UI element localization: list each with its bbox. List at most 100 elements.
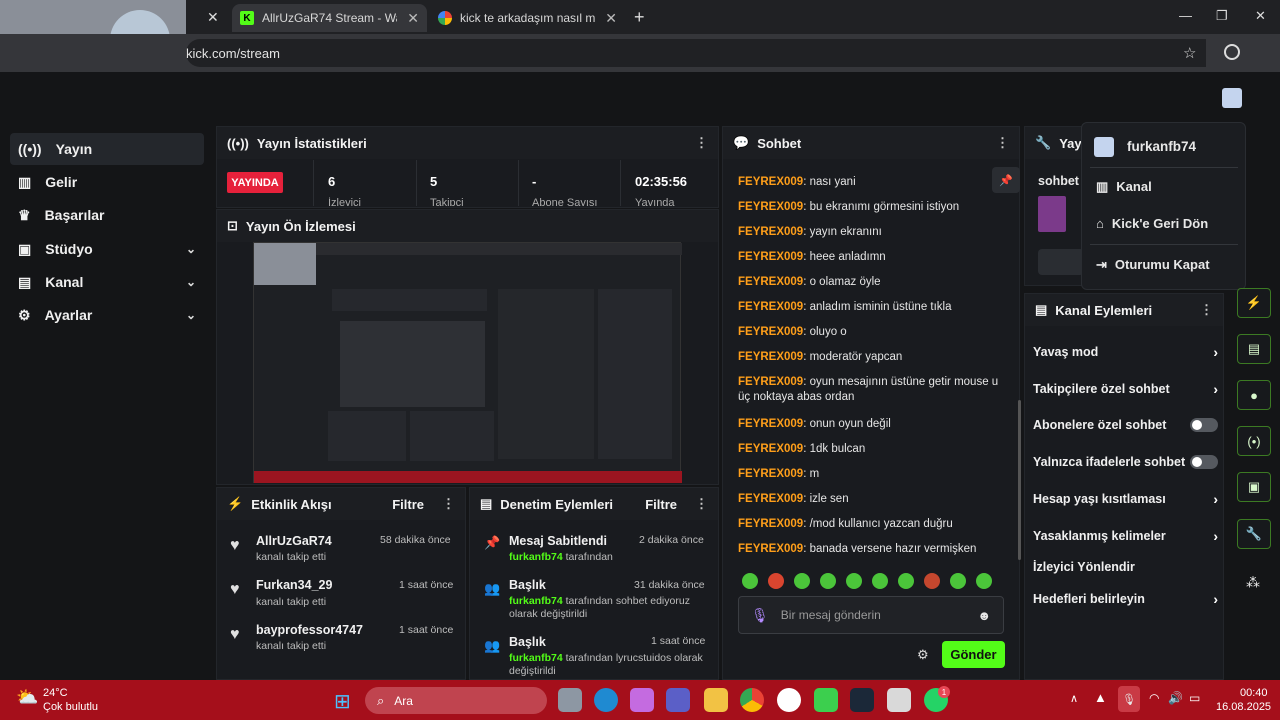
emote-icon[interactable] [898,573,914,589]
action-raid[interactable]: İzleyici Yönlendir [1033,560,1218,574]
clock-time[interactable]: 00:40 [1240,687,1268,699]
sidebar-item-kanal[interactable]: ▤ Kanal ⌄ [10,266,204,298]
sidebar-item-yayin[interactable]: ((•)) Yayın [10,133,204,165]
action-subscribers-only[interactable]: Abonelere özel sohbet [1033,418,1218,432]
copilot-icon[interactable] [630,688,654,712]
chat-username[interactable]: FEYREX009 [738,493,803,505]
battery-icon[interactable]: ▭ [1189,691,1200,705]
moderator-name[interactable]: furkanfb74 [509,595,563,607]
chat-settings-icon[interactable]: ⚙ [917,647,929,663]
chat-username[interactable]: FEYREX009 [738,518,803,530]
edit-button[interactable] [1038,249,1084,275]
app-icon[interactable] [887,688,911,712]
activity-user[interactable]: bayprofessor4747 [256,623,363,637]
emote-icon[interactable] [976,573,992,589]
action-banned-words[interactable]: Yasaklanmış kelimeler › [1033,528,1218,544]
close-tab-icon[interactable]: ✕ [605,10,617,27]
emote-icon[interactable] [872,573,888,589]
mic-icon[interactable]: 🎙 [751,607,769,624]
taskbar-search[interactable]: ⌕ Ara [365,687,547,714]
action-emote-only[interactable]: Yalnızca ifadelerle sohbet [1033,455,1218,469]
more-menu-icon[interactable]: ⋮ [442,496,455,512]
new-tab-icon[interactable]: + [634,7,645,28]
quick-action-wrench[interactable]: 🔧 [1237,519,1271,549]
chrome-icon[interactable] [740,688,764,712]
clock-date[interactable]: 16.08.2025 [1216,701,1271,713]
window-close-icon[interactable]: ✕ [1255,8,1266,24]
chat-username[interactable]: FEYREX009 [738,543,803,555]
more-menu-icon[interactable]: ⋮ [695,496,708,512]
emote-icon[interactable] [794,573,810,589]
steam-icon[interactable] [850,688,874,712]
tray-app-icon[interactable]: ▲ [1094,690,1107,705]
weather-icon[interactable]: ⛅ [16,687,38,708]
more-menu-icon[interactable]: ⋮ [996,135,1009,151]
subscribers-only-toggle[interactable] [1190,418,1218,432]
action-slow-mode[interactable]: Yavaş mod › [1033,344,1218,360]
emoji-picker-icon[interactable]: ☻ [977,608,991,623]
mic-in-use-icon[interactable]: 🎙 [1118,686,1140,712]
chat-username[interactable]: FEYREX009 [738,418,803,430]
chat-username[interactable]: FEYREX009 [738,251,803,263]
sidebar-item-gelir[interactable]: ▥ Gelir [10,166,204,198]
file-explorer-icon[interactable] [704,688,728,712]
windows-start-icon[interactable]: ⊞ [334,689,351,714]
minimize-icon[interactable]: — [1179,8,1192,23]
chat-username[interactable]: FEYREX009 [738,226,803,238]
tab-kick-stream[interactable]: K AllrUzGaR74 Stream - Watch Li ✕ [232,4,427,32]
bookmark-star-icon[interactable]: ☆ [1183,44,1196,62]
filter-button[interactable]: Filtre [645,497,677,512]
quick-action-notes[interactable]: ▤ [1237,334,1271,364]
filter-button[interactable]: Filtre [392,497,424,512]
game-app-icon[interactable] [814,688,838,712]
menu-item-back-to-kick[interactable]: ⌂ Kick'e Geri Dön [1096,216,1208,231]
volume-icon[interactable]: 🔊 [1168,691,1183,705]
chat-username[interactable]: FEYREX009 [738,301,803,313]
share-icon[interactable]: ⁂ [1246,574,1260,591]
chat-username[interactable]: FEYREX009 [738,276,803,288]
edge-icon[interactable] [594,688,618,712]
chat-scrollbar[interactable] [1018,400,1021,560]
emote-icon[interactable] [950,573,966,589]
quick-action-broadcast[interactable]: (•) [1237,426,1271,456]
sidebar-item-ayarlar[interactable]: ⚙ Ayarlar ⌄ [10,299,204,331]
wifi-icon[interactable]: ◠ [1149,691,1159,705]
url-field[interactable] [186,39,1206,67]
chat-username[interactable]: FEYREX009 [738,376,803,388]
sidebar-item-studyo[interactable]: ▣ Stüdyo ⌄ [10,233,204,265]
emote-only-toggle[interactable] [1190,455,1218,469]
menu-item-logout[interactable]: ⇥ Oturumu Kapat [1096,257,1210,273]
emote-icon[interactable] [846,573,862,589]
quick-action-chat[interactable]: ● [1237,380,1271,410]
emote-icon[interactable] [742,573,758,589]
more-menu-icon[interactable]: ⋮ [695,135,708,151]
chat-username[interactable]: FEYREX009 [738,351,803,363]
profile-icon[interactable] [1224,44,1240,60]
chat-username[interactable]: FEYREX009 [738,443,803,455]
action-followers-only[interactable]: Takipçilere özel sohbet › [1033,381,1218,397]
tray-chevron-icon[interactable]: ∧ [1070,692,1078,705]
emote-icon[interactable] [768,573,784,589]
quick-action-lightning[interactable]: ⚡ [1237,288,1271,318]
chat-username[interactable]: FEYREX009 [738,468,803,480]
stream-preview-video[interactable] [253,242,682,483]
activity-user[interactable]: AllrUzGaR74 [256,534,332,548]
moderator-name[interactable]: furkanfb74 [509,551,563,563]
emote-icon[interactable] [924,573,940,589]
yandex-icon[interactable] [777,688,801,712]
action-goals[interactable]: Hedefleri belirleyin › [1033,591,1218,607]
task-view-icon[interactable] [558,688,582,712]
send-button[interactable]: Gönder [942,641,1005,668]
emote-icon[interactable] [820,573,836,589]
chat-username[interactable]: FEYREX009 [738,201,803,213]
maximize-icon[interactable]: ❐ [1216,8,1228,24]
teams-icon[interactable] [666,688,690,712]
more-menu-icon[interactable]: ⋮ [1200,302,1213,318]
chat-username[interactable]: FEYREX009 [738,326,803,338]
chat-input[interactable]: 🎙 Bir mesaj gönderin ☻ [738,596,1004,634]
user-avatar[interactable] [1222,88,1242,108]
activity-user[interactable]: Furkan34_29 [256,578,332,592]
close-tab-icon[interactable]: ✕ [407,10,419,27]
action-account-age[interactable]: Hesap yaşı kısıtlaması › [1033,491,1218,507]
menu-item-kanal[interactable]: ▥ Kanal [1096,179,1152,195]
